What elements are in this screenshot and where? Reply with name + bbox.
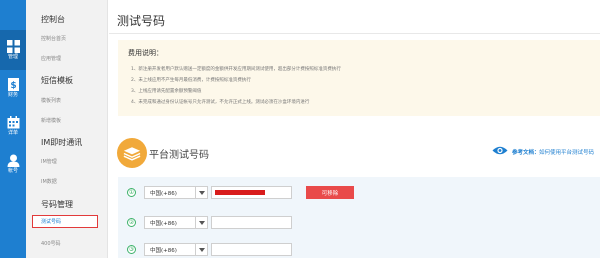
row-number-badge: ① — [127, 188, 136, 197]
fee-notice-title: 费用说明： — [128, 49, 163, 57]
fee-notice-box: 费用说明： 1、新注册开发者用户默认赠送一定额度的金额供开发应用期间测试使用，超… — [118, 40, 600, 116]
platform-numbers-title: 平台测试号码 — [149, 150, 209, 161]
chevron-down-icon — [195, 187, 207, 198]
nav-group-console: 控制台 — [41, 15, 65, 24]
nav-item-400-numbers[interactable]: 400号码 — [41, 240, 61, 247]
rail-item-manage[interactable]: 管理 — [0, 30, 26, 70]
fee-notice-line: 1、新注册开发者用户默认赠送一定额度的金额供开发应用期间测试使用，超出部分计费按… — [131, 67, 341, 72]
country-code-value: 中国(+86) — [150, 190, 177, 197]
chevron-down-icon — [195, 244, 207, 255]
person-icon — [7, 154, 19, 167]
nav-item-im-data[interactable]: IM数据 — [41, 178, 57, 185]
icon-rail: 管理 $ 财务 详单 帐号 — [0, 0, 26, 258]
grid-icon — [6, 40, 20, 53]
remove-button[interactable]: 可移除 — [306, 186, 354, 199]
country-code-select[interactable]: 中国(+86) — [144, 186, 208, 199]
svg-text:$: $ — [10, 81, 16, 91]
reference-doc-label: 参考文档： — [512, 150, 540, 156]
phone-number-input[interactable] — [211, 216, 292, 229]
fee-notice-line: 3、上线应用请先配置余额预警阈值 — [131, 89, 202, 94]
rail-label-records: 详单 — [7, 130, 18, 136]
dollar-doc-icon: $ — [7, 78, 19, 91]
eye-icon — [492, 146, 508, 155]
nav-item-im-manage[interactable]: IM管理 — [41, 158, 57, 165]
rail-item-records[interactable]: 详单 — [0, 106, 26, 146]
nav-item-console-home[interactable]: 控制台首页 — [41, 35, 66, 42]
stack-layers-icon — [117, 138, 147, 168]
rail-label-finance: 财务 — [7, 92, 18, 98]
rail-label-manage: 管理 — [7, 54, 18, 60]
nav-item-app-manage[interactable]: 应用管理 — [41, 55, 61, 62]
phone-number-input[interactable] — [211, 243, 292, 256]
chevron-down-icon — [195, 217, 207, 228]
country-code-value: 中国(+86) — [150, 247, 177, 254]
rail-label-account: 帐号 — [7, 168, 18, 174]
rail-item-finance[interactable]: $ 财务 — [0, 68, 26, 108]
reference-doc-link[interactable]: 如何使用平台测试号码 — [539, 148, 594, 156]
title-divider — [109, 33, 600, 34]
test-numbers-panel: ① 中国(+86) 可移除 ② 中国(+86) ③ 中国(+86) — [118, 177, 600, 258]
nav-group-sms-template: 短信模板 — [41, 76, 73, 85]
redacted-phone-number — [215, 190, 265, 195]
page-title: 测试号码 — [117, 14, 166, 28]
nav-item-new-template[interactable]: 新增模板 — [41, 117, 61, 124]
nav-group-im: IM即时通讯 — [41, 138, 83, 147]
country-code-select[interactable]: 中国(+86) — [144, 243, 208, 256]
row-number-badge: ② — [127, 218, 136, 227]
country-code-select[interactable]: 中国(+86) — [144, 216, 208, 229]
fee-notice-line: 2、未上线应用不产生每月最低消费，计费按照标准资费执行 — [131, 78, 251, 83]
calendar-icon — [7, 116, 19, 129]
main-content: 测试号码 费用说明： 1、新注册开发者用户默认赠送一定额度的金额供开发应用期间测… — [109, 0, 600, 258]
phone-number-input[interactable] — [211, 186, 292, 199]
nav-group-number-manage: 号码管理 — [41, 200, 73, 209]
country-code-value: 中国(+86) — [150, 220, 177, 227]
secondary-nav: 控制台 控制台首页 应用管理 短信模板 模板列表 新增模板 IM即时通讯 IM管… — [26, 0, 108, 258]
fee-notice-line: 4、未完成和通过身份认证帐号只允许测试，不允许正式上线。测试必须在沙盒环境内进行 — [131, 100, 310, 105]
row-number-badge: ③ — [127, 245, 136, 254]
rail-item-account[interactable]: 帐号 — [0, 144, 26, 184]
nav-item-test-numbers[interactable]: 测试号码 — [32, 215, 98, 228]
nav-item-template-list[interactable]: 模板列表 — [41, 97, 61, 104]
